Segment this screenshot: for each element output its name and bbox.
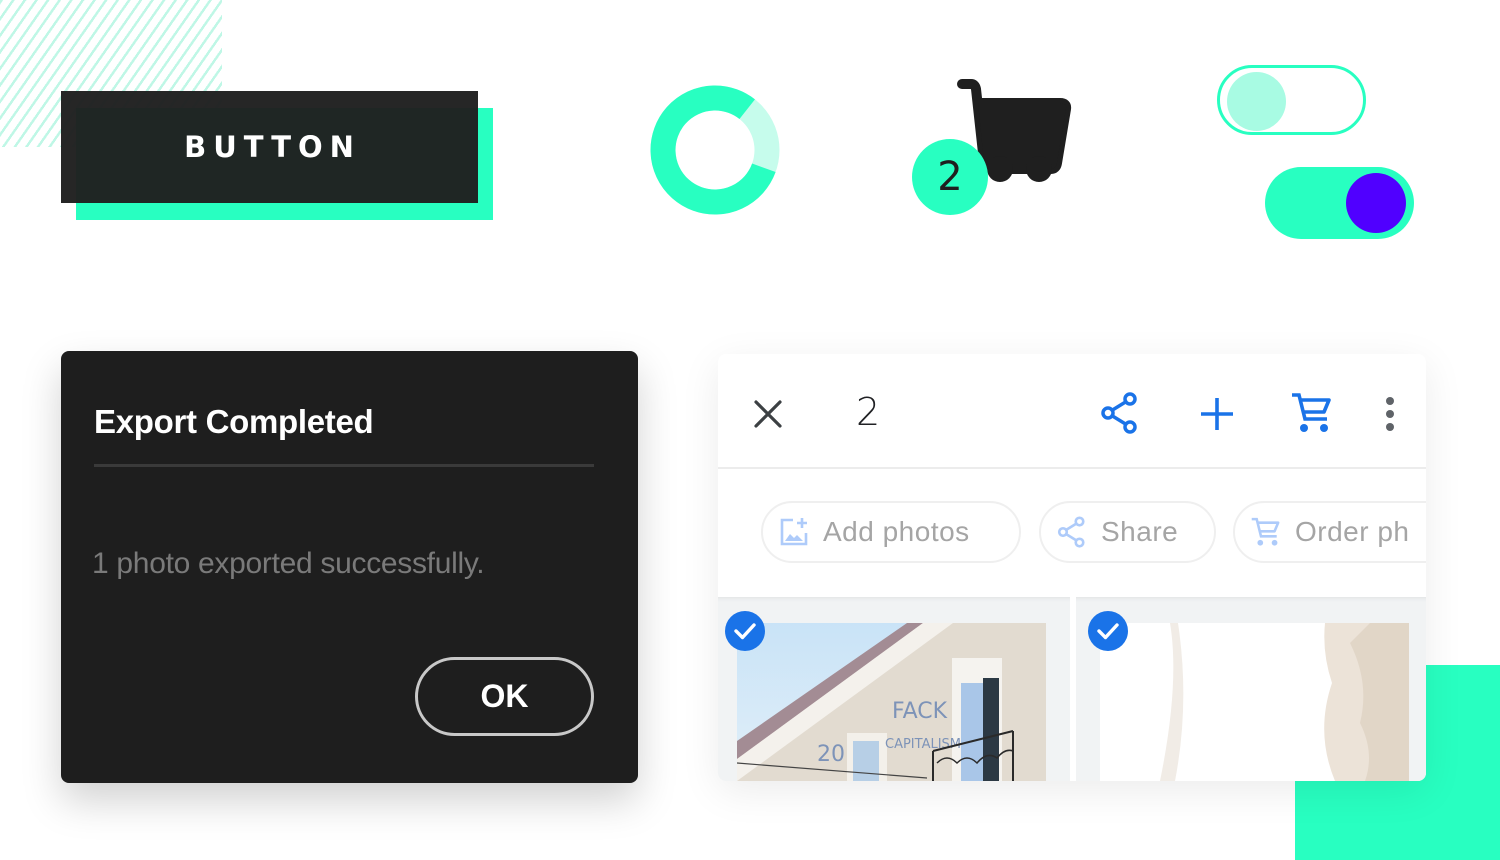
- toggle-knob: [1346, 173, 1406, 233]
- close-button[interactable]: [746, 392, 790, 436]
- order-button[interactable]: [1289, 390, 1335, 436]
- selection-count: 2: [856, 390, 881, 434]
- share-chip[interactable]: Share: [1039, 501, 1216, 563]
- checkmark-icon: [734, 623, 756, 640]
- shopping-cart-icon: [1251, 517, 1280, 546]
- close-icon: [754, 400, 782, 428]
- selection-toolbar: 2: [718, 354, 1426, 469]
- share-button[interactable]: [1098, 390, 1142, 436]
- photo-wall-image: [1100, 623, 1409, 781]
- ok-button[interactable]: OK: [415, 657, 594, 736]
- grid-divider: [1070, 597, 1076, 781]
- photos-selection-panel: 2 Add photos Share Order ph FACK CAPITAL…: [718, 354, 1426, 781]
- svg-text:FACK: FACK: [892, 699, 948, 724]
- dialog-message: 1 photo exported successfully.: [92, 547, 485, 580]
- toggle-off[interactable]: [1217, 65, 1366, 135]
- toggle-on[interactable]: [1265, 167, 1414, 239]
- chip-label: Share: [1101, 516, 1179, 547]
- add-button[interactable]: [1195, 392, 1239, 436]
- chip-label: Order ph: [1295, 516, 1410, 547]
- checkmark-icon: [1097, 623, 1119, 640]
- photo-selected-checkbox[interactable]: [725, 611, 765, 651]
- dialog-divider: [94, 464, 594, 467]
- order-photos-chip[interactable]: Order ph: [1233, 501, 1426, 563]
- more-options-button[interactable]: [1378, 392, 1402, 436]
- photo-selected-checkbox[interactable]: [1088, 611, 1128, 651]
- cart-count-badge: 2: [912, 139, 988, 215]
- toggle-knob: [1227, 72, 1286, 131]
- action-chips-row: Add photos Share Order ph: [718, 471, 1426, 597]
- add-photo-icon: [780, 518, 808, 546]
- shopping-cart-icon: [1292, 393, 1331, 432]
- svg-text:20: 20: [817, 742, 845, 767]
- photo-building-image: FACK CAPITALISM 20: [737, 623, 1046, 781]
- dialog-title: Export Completed: [94, 403, 374, 440]
- photo-thumbnail[interactable]: [1100, 623, 1409, 781]
- plus-icon: [1201, 398, 1233, 430]
- cart-widget[interactable]: 2: [905, 75, 1075, 220]
- primary-button[interactable]: BUTTON: [61, 91, 478, 203]
- share-icon: [1101, 392, 1137, 434]
- share-icon: [1057, 516, 1085, 548]
- add-photos-chip[interactable]: Add photos: [761, 501, 1021, 563]
- photo-thumbnail[interactable]: FACK CAPITALISM 20: [737, 623, 1046, 781]
- chip-label: Add photos: [823, 516, 970, 547]
- more-vert-icon: [1386, 397, 1394, 431]
- export-dialog: Export Completed 1 photo exported succes…: [61, 351, 638, 783]
- progress-ring: [650, 85, 780, 215]
- photo-grid: FACK CAPITALISM 20: [718, 597, 1426, 781]
- svg-text:CAPITALISM: CAPITALISM: [885, 737, 961, 752]
